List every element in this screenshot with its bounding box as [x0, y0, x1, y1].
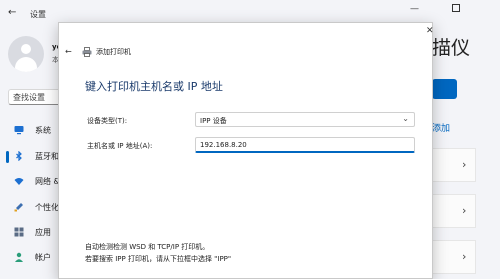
brush-icon	[14, 203, 23, 212]
chevron-right-icon: ›	[462, 204, 467, 217]
add-printer-dialog: ✕ ← 添加打印机 键入打印机主机名或 IP 地址 设备类型(T): IPP 设…	[58, 22, 434, 279]
sidebar-item-accounts[interactable]: 帐户	[0, 247, 60, 269]
sidebar-item-network[interactable]: 网络 &	[0, 171, 60, 193]
back-button[interactable]: ←	[65, 47, 72, 56]
dialog-heading: 键入打印机主机名或 IP 地址	[85, 80, 223, 93]
chevron-down-icon: ⌄	[402, 114, 409, 123]
device-type-select[interactable]: IPP 设备 ⌄	[195, 112, 415, 127]
sidebar-item-label: 系统	[35, 126, 51, 135]
list-item[interactable]: ›	[432, 148, 476, 182]
page-title: 描仪	[432, 37, 471, 59]
wifi-icon	[14, 178, 24, 185]
sidebar-item-label: 帐户	[35, 253, 51, 262]
device-type-value: IPP 设备	[200, 117, 227, 125]
hint-text-line2: 若要搜索 IPP 打印机，请从下拉框中选择 "IPP"	[85, 255, 232, 263]
close-button[interactable]: ✕	[426, 26, 434, 36]
chevron-right-icon: ›	[462, 250, 467, 263]
hostname-input[interactable]: 192.168.8.20	[195, 137, 415, 153]
sidebar-item-label: 个性化	[35, 203, 59, 212]
list-item[interactable]: ›	[432, 194, 476, 228]
sidebar-item-bluetooth[interactable]: 蓝牙和	[0, 146, 60, 168]
selection-indicator	[6, 151, 9, 163]
add-link[interactable]: 添加	[432, 121, 450, 134]
list-item[interactable]: ›	[432, 240, 476, 274]
search-input[interactable]: 查找设置	[8, 89, 63, 105]
monitor-icon	[14, 126, 24, 135]
device-type-label: 设备类型(T):	[87, 117, 128, 125]
printer-icon	[82, 47, 92, 57]
apps-icon	[14, 227, 24, 237]
add-device-button[interactable]	[432, 79, 457, 99]
sidebar-item-label: 应用	[35, 228, 51, 237]
avatar-head-icon	[21, 44, 31, 54]
hint-text-line1: 自动检测检测 WSD 和 TCP/IP 打印机。	[85, 243, 210, 251]
hostname-label: 主机名或 IP 地址(A):	[87, 142, 153, 150]
avatar[interactable]	[8, 36, 44, 72]
bluetooth-icon	[16, 151, 22, 161]
sidebar-item-personalization[interactable]: 个性化	[0, 197, 60, 219]
app-title: 设置	[30, 10, 46, 19]
avatar-body-icon	[15, 57, 37, 72]
chevron-right-icon: ›	[462, 158, 467, 171]
sidebar-item-apps[interactable]: 应用	[0, 222, 60, 244]
back-arrow-icon[interactable]: ←	[8, 7, 16, 18]
dialog-title: 添加打印机	[96, 48, 131, 56]
sidebar-item-system[interactable]: 系统	[0, 120, 60, 142]
maximize-button[interactable]	[452, 4, 460, 12]
sidebar-item-label: 网络 &	[35, 177, 60, 186]
account-icon	[15, 252, 23, 262]
minimize-button[interactable]: —	[410, 4, 419, 14]
sidebar-item-label: 蓝牙和	[35, 152, 59, 161]
